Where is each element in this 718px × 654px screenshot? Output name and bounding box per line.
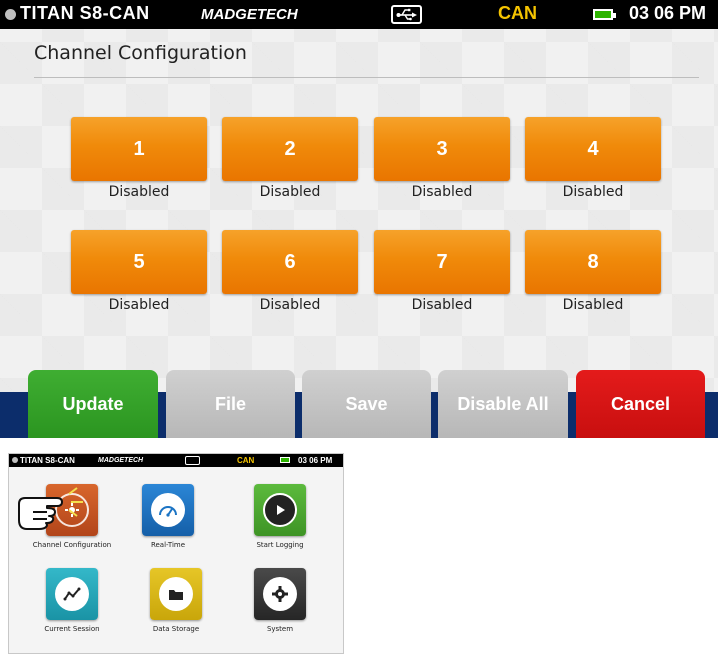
channel-2: 2 Disabled [222, 117, 358, 200]
clock: 03 06 PM [629, 3, 707, 23]
pointing-hand-icon [18, 487, 83, 530]
app-label: System [266, 625, 294, 633]
app-real-time[interactable]: Real-Time [113, 484, 223, 549]
mode-label: CAN [498, 3, 537, 23]
channel-2-state: Disabled [259, 184, 321, 200]
app-data-storage[interactable]: Data Storage [121, 568, 231, 633]
channel-1-button[interactable]: 1 [71, 117, 207, 181]
cancel-button[interactable]: Cancel [576, 370, 705, 438]
app-system[interactable]: System [225, 568, 335, 633]
app-label: Start Logging [256, 541, 304, 549]
channel-7-state: Disabled [411, 297, 473, 313]
channel-5-state: Disabled [108, 297, 170, 313]
battery-icon [593, 9, 616, 20]
channel-8-button[interactable]: 8 [525, 230, 661, 294]
mini-brand-logo: MADGETECH [98, 457, 144, 464]
gauge-icon [142, 484, 194, 536]
app-current-session[interactable]: Current Session [17, 568, 127, 633]
app-label: Channel Configuration [32, 541, 112, 549]
mini-device-name: TITAN S8-CAN [20, 456, 75, 465]
channel-2-button[interactable]: 2 [222, 117, 358, 181]
channel-3-button[interactable]: 3 [374, 117, 510, 181]
status-bar: TITAN S8-CAN MADGETECH CAN 03 06 PM [0, 0, 718, 29]
channel-8: 8 Disabled [525, 230, 661, 313]
channel-6-button[interactable]: 6 [222, 230, 358, 294]
file-button[interactable]: File [166, 370, 295, 438]
channel-4-button[interactable]: 4 [525, 117, 661, 181]
disable-all-button[interactable]: Disable All [438, 370, 568, 438]
channel-1-state: Disabled [108, 184, 170, 200]
mini-battery-icon [280, 457, 290, 463]
page-title: Channel Configuration [34, 42, 247, 64]
channel-7: 7 Disabled [374, 230, 510, 313]
folder-icon [150, 568, 202, 620]
app-start-logging[interactable]: Start Logging [225, 484, 335, 549]
mini-usb-icon [185, 456, 200, 465]
channel-4: 4 Disabled [525, 117, 661, 200]
update-button[interactable]: Update [28, 370, 158, 438]
channel-8-state: Disabled [562, 297, 624, 313]
title-divider [34, 77, 699, 78]
channel-6: 6 Disabled [222, 230, 358, 313]
device-screen: TITAN S8-CAN MADGETECH CAN 03 06 PM Chan… [0, 0, 718, 438]
app-label: Real-Time [150, 541, 186, 549]
status-dot-icon [5, 9, 16, 20]
mini-status-dot-icon [12, 457, 18, 463]
channel-5: 5 Disabled [71, 230, 207, 313]
gear-icon [254, 568, 306, 620]
play-icon [254, 484, 306, 536]
save-button[interactable]: Save [302, 370, 431, 438]
brand-logo: MADGETECH [201, 6, 298, 23]
graph-icon [46, 568, 98, 620]
channel-7-button[interactable]: 7 [374, 230, 510, 294]
channel-1: 1 Disabled [71, 117, 207, 200]
channel-3-state: Disabled [411, 184, 473, 200]
channel-5-button[interactable]: 5 [71, 230, 207, 294]
device-name: TITAN S8-CAN [20, 3, 150, 23]
mini-status-bar: TITAN S8-CAN MADGETECH CAN 03 06 PM [9, 454, 343, 467]
app-label: Data Storage [152, 625, 200, 633]
channel-4-state: Disabled [562, 184, 624, 200]
channel-6-state: Disabled [259, 297, 321, 313]
mini-clock: 03 06 PM [298, 456, 333, 465]
home-screen-preview: TITAN S8-CAN MADGETECH CAN 03 06 PM Chan… [8, 453, 344, 654]
app-label: Current Session [44, 625, 100, 633]
mini-mode-label: CAN [237, 456, 255, 465]
channel-3: 3 Disabled [374, 117, 510, 200]
usb-icon [391, 5, 422, 24]
